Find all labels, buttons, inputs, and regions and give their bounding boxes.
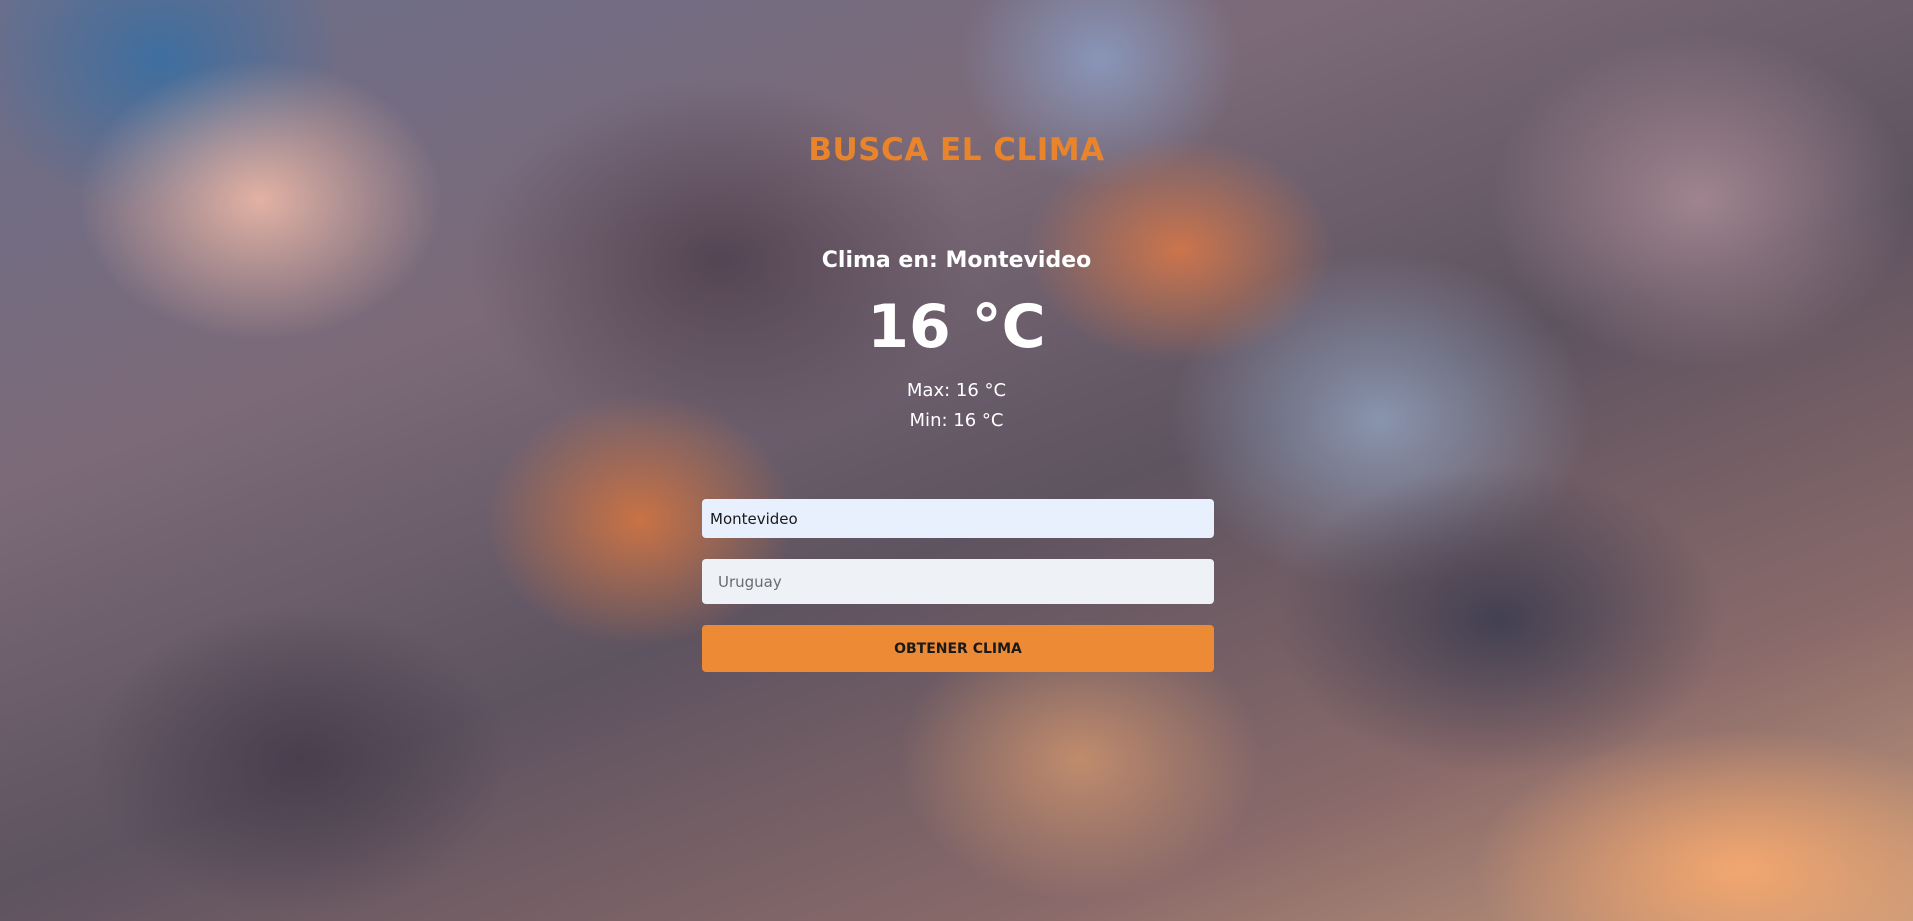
min-temperature: Min: 16 °C (909, 410, 1004, 431)
country-input[interactable] (702, 559, 1214, 604)
city-input[interactable] (702, 499, 1214, 538)
get-weather-button[interactable]: OBTENER CLIMA (702, 625, 1214, 672)
page-title: BUSCA EL CLIMA (808, 132, 1105, 168)
city-heading: Clima en: Montevideo (821, 248, 1092, 273)
max-temperature: Max: 16 °C (906, 380, 1007, 401)
weather-page: BUSCA EL CLIMA Clima en: Montevideo 16 °… (0, 0, 1913, 921)
current-temperature: 16 °C (867, 292, 1046, 362)
